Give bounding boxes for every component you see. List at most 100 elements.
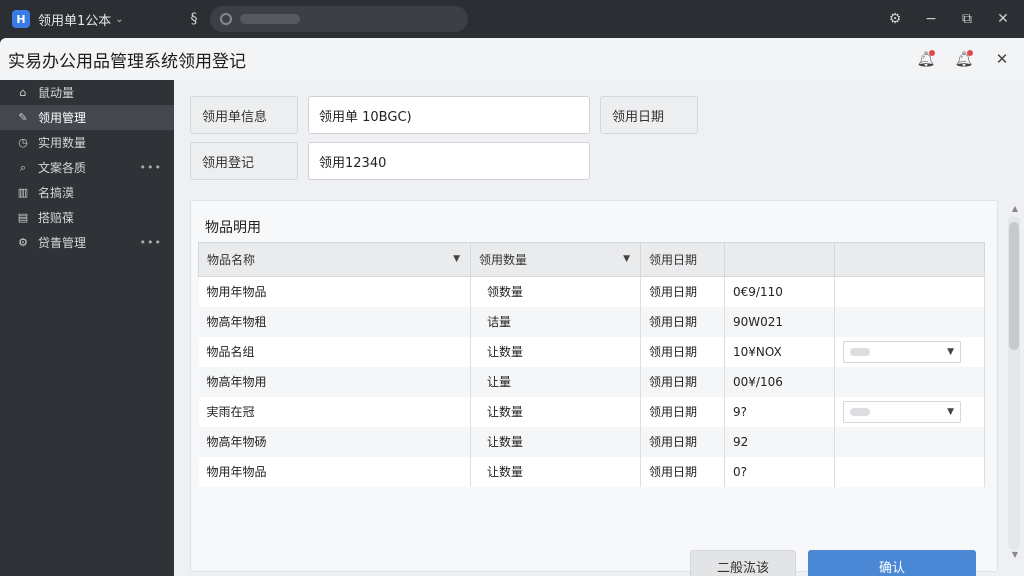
secondary-button[interactable]: 二般汯该 [690,550,796,576]
main-content: 领用单信息 领用单 10BGC) 领用日期 领用登记 领用12340 物品明用 … [174,80,1024,576]
chart-icon: ▥ [17,186,29,199]
column-header-extra [834,242,985,277]
select-value-redacted [850,407,870,416]
cell-name: 物高年物砀 [198,426,471,457]
cell-name: 実雨在冠 [198,396,471,427]
table-row[interactable]: 物用年物品 领数量 领用日期 0€9/110 [198,276,985,307]
cell-qty: 让数量 [470,336,641,367]
sidebar-item-label: 鼠动量 [38,86,75,100]
sidebar-item-label: 搭赔葆 [38,211,75,225]
cell-value: 9? [724,396,835,427]
scrollbar-thumb[interactable] [1009,222,1019,350]
cell-date: 领用日期 [640,336,725,367]
cell-date: 领用日期 [640,276,725,307]
table-row[interactable]: 物高年物砀 让数量 领用日期 92 [198,426,985,457]
box-icon: ▤ [17,211,29,224]
search-icon: ⌕ [19,160,27,174]
cell-date: 领用日期 [640,396,725,427]
sidebar-item-label: 文案各质 [38,161,87,175]
notification-dot [929,50,935,56]
row-select[interactable]: ▼ [843,340,961,363]
cell-date: 领用日期 [640,366,725,397]
search-input[interactable] [210,6,468,32]
brand-mark-icon[interactable]: § [183,8,205,30]
table-scrollbar[interactable] [1008,216,1020,550]
cell-select-wrap [834,456,985,487]
cell-select-wrap [834,276,985,307]
restore-button[interactable]: ⧉ [956,8,978,30]
chevron-down-icon: ▼ [947,346,954,357]
table-row[interactable]: 実雨在冠 让数量 领用日期 9? ▼ [198,396,985,427]
cell-value: 0€9/110 [724,276,835,307]
column-header-name[interactable]: 物品名称 ▼ [198,242,471,277]
app-titlebar: H 领用单1公本 ⌄ § ⚙ − ⧉ ✕ [0,0,1024,38]
cell-select-wrap: ▼ [834,336,985,367]
scroll-up-icon[interactable]: ▲ [1012,204,1018,213]
cell-value: 0? [724,456,835,487]
table-header-row: 物品名称 ▼ 领用数量 ▼ 领用日期 [198,242,985,277]
alert-bell-icon[interactable]: 🔔︎ [952,47,976,71]
settings-icon[interactable]: ⚙ [884,8,906,30]
chevron-down-icon[interactable]: ▼ [453,254,460,264]
table-row[interactable]: 物高年物用 让量 领用日期 00¥/106 [198,366,985,397]
cell-select-wrap: ▼ [834,396,985,427]
cell-date: 领用日期 [640,456,725,487]
cell-select-wrap [834,426,985,457]
cell-name: 物用年物品 [198,456,471,487]
select-value-redacted [850,347,870,356]
table-row[interactable]: 物高年物租 诘量 领用日期 90W021 [198,306,985,337]
cell-select-wrap [834,306,985,337]
sidebar-item-6[interactable]: ⚙ 贷眚管理 ••• [0,230,174,255]
register-input[interactable]: 领用12340 [308,142,590,180]
close-window-button[interactable]: ✕ [990,47,1014,71]
sidebar-item-1[interactable]: ✎ 领用管理 [0,105,174,130]
scroll-down-icon[interactable]: ▼ [1012,550,1018,559]
app-switcher[interactable]: 领用单1公本 ⌄ [38,10,124,29]
window-title: 实易办公用品管理系统领用登记 [8,51,246,72]
cell-value: 10¥NOX [724,336,835,367]
cell-name: 物用年物品 [198,276,471,307]
cell-qty: 诘量 [470,306,641,337]
info-input[interactable]: 领用单 10BGC) [308,96,590,134]
alert-dot [967,50,973,56]
sidebar-item-label: 领用管理 [38,111,87,125]
close-app-button[interactable]: ✕ [992,8,1014,30]
cell-qty: 让数量 [470,456,641,487]
table-row[interactable]: 物品名组 让数量 领用日期 10¥NOX ▼ [198,336,985,367]
column-header-value [724,242,835,277]
notification-bell-icon[interactable]: 🔔︎ [914,47,938,71]
cell-name: 物高年物租 [198,306,471,337]
cell-value: 90W021 [724,306,835,337]
register-label: 领用登记 [190,142,298,180]
column-header-qty[interactable]: 领用数量 ▼ [470,242,641,277]
chevron-down-icon: ▼ [947,406,954,417]
gear-icon: ⚙ [18,236,28,249]
cell-value: 00¥/106 [724,366,835,397]
cell-date: 领用日期 [640,306,725,337]
info-label: 领用单信息 [190,96,298,134]
row-select[interactable]: ▼ [843,400,961,423]
column-header-date[interactable]: 领用日期 [640,242,725,277]
more-options-icon[interactable]: ••• [140,161,162,174]
date-label: 领用日期 [600,96,698,134]
sidebar-item-2[interactable]: ◷ 实用数量 [0,130,174,155]
sidebar-item-5[interactable]: ▤ 搭赔葆 [0,205,174,230]
app-logo-icon: H [12,10,30,28]
sidebar-item-0[interactable]: ⌂ 鼠动量 [0,80,174,105]
chevron-down-icon[interactable]: ▼ [623,254,630,264]
minimize-button[interactable]: − [920,8,942,30]
more-options-icon[interactable]: ••• [140,236,162,249]
app-title: 领用单1公本 [38,13,112,29]
sidebar-item-label: 贷眚管理 [38,236,87,250]
edit-icon: ✎ [18,111,28,124]
sidebar-item-3[interactable]: ⌕ 文案各质 ••• [0,155,174,180]
cell-qty: 领数量 [470,276,641,307]
cell-date: 领用日期 [640,426,725,457]
chevron-down-icon: ⌄ [115,13,124,25]
sidebar-item-label: 名搞漠 [38,186,75,200]
cell-qty: 让数量 [470,396,641,427]
items-table: 物品名称 ▼ 领用数量 ▼ 领用日期 物用年物品 领数量 领用日期 0€9/110 物高年物… [198,242,985,487]
sidebar-item-4[interactable]: ▥ 名搞漠 [0,180,174,205]
confirm-button[interactable]: 确认 [808,550,976,576]
table-row[interactable]: 物用年物品 让数量 领用日期 0? [198,456,985,487]
